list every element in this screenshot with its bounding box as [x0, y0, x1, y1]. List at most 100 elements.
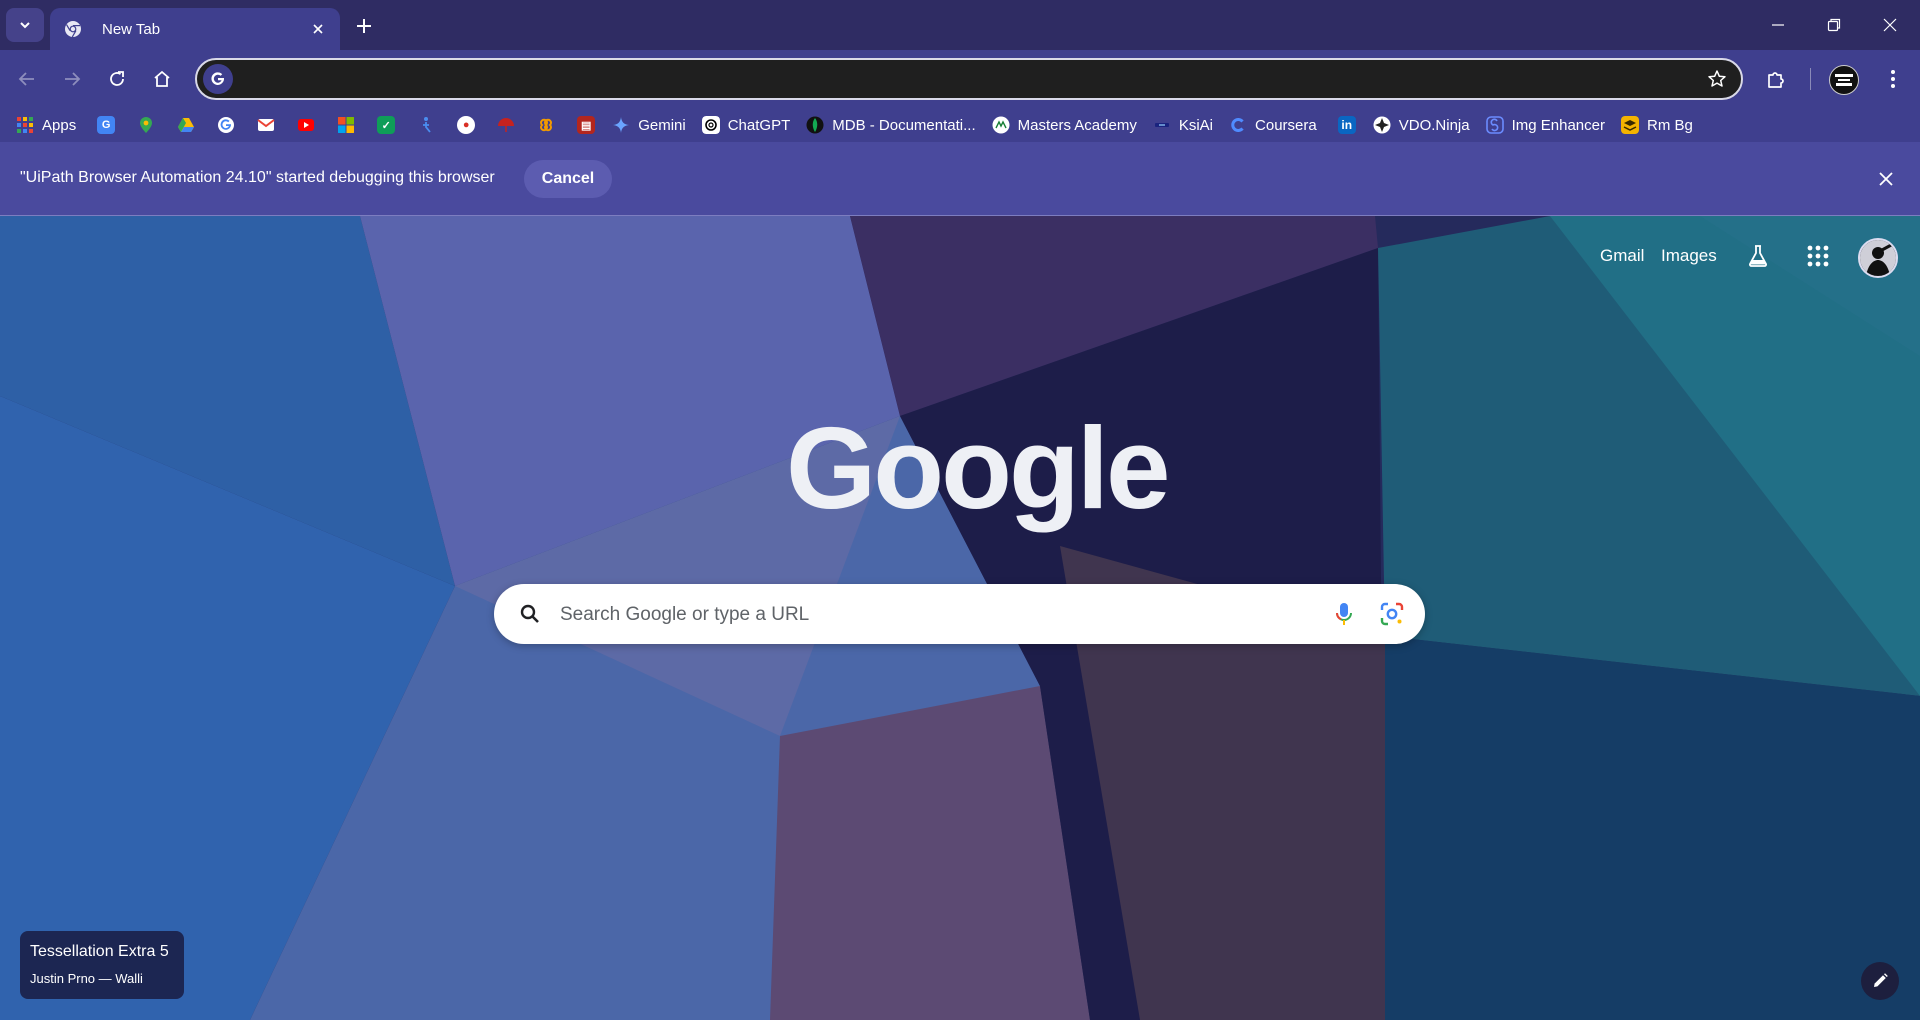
umbrella-icon [498, 118, 515, 132]
background-title: Tessellation Extra 5 [30, 943, 169, 960]
arrow-right-icon [65, 72, 81, 86]
close-icon [1879, 172, 1893, 186]
bookmark-maps[interactable] [126, 111, 166, 139]
accessibility-icon [423, 117, 431, 133]
img-enhancer-icon [1485, 116, 1504, 134]
bookmark-infinity-site[interactable] [526, 111, 566, 139]
infinity-icon [540, 118, 553, 132]
background-attribution[interactable]: Tessellation Extra 5 Justin Prno — Walli [20, 931, 184, 999]
bookmark-label: Apps [42, 116, 77, 134]
address-bar[interactable] [195, 58, 1743, 100]
google-lens-icon[interactable] [1378, 600, 1406, 628]
bookmark-youtube[interactable] [286, 111, 326, 139]
bookmark-label: MDB - Documentati... [832, 116, 976, 134]
title-bar: New Tab [0, 0, 1920, 50]
ksiai-icon [1154, 123, 1169, 127]
cancel-button[interactable]: Cancel [524, 160, 612, 198]
bookmark-coursera[interactable]: Coursera [1223, 111, 1327, 139]
bookmark-chatgpt[interactable]: ChatGPT [696, 111, 801, 139]
bookmark-gmail[interactable] [246, 111, 286, 139]
new-tab-button[interactable] [350, 12, 378, 40]
search-input[interactable] [558, 601, 1282, 629]
home-button[interactable] [145, 62, 179, 96]
microphone-icon[interactable] [1330, 600, 1358, 628]
search-icon [520, 604, 539, 623]
tab-close-button[interactable] [304, 15, 332, 43]
forward-button[interactable] [55, 62, 89, 96]
chatgpt-icon [701, 116, 720, 134]
tab-new-tab[interactable]: New Tab [50, 8, 340, 50]
new-tab-page: Gmail Images Google Tessellation Extra 5… [0, 216, 1920, 1020]
close-window-button[interactable] [1862, 0, 1918, 50]
debugging-infobar: "UiPath Browser Automation 24.10" starte… [0, 142, 1920, 216]
minimize-button[interactable] [1750, 0, 1806, 50]
infobar-close-button[interactable] [1872, 165, 1900, 193]
bookmark-label: ChatGPT [727, 116, 791, 134]
chrome-icon [65, 21, 81, 38]
google-maps-icon [140, 117, 153, 133]
mongodb-leaf-icon [806, 116, 824, 134]
reload-icon [110, 71, 124, 86]
vdo-ninja-icon [1373, 116, 1391, 134]
customize-chrome-button[interactable] [1861, 962, 1899, 1000]
star-icon [1708, 70, 1726, 87]
chevron-down-icon [20, 22, 30, 29]
chrome-menu-button[interactable] [1876, 62, 1910, 96]
images-link[interactable]: Images [1661, 246, 1717, 266]
bookmark-masters-academy[interactable]: Masters Academy [986, 111, 1147, 139]
close-icon [313, 24, 323, 34]
bookmark-green-site[interactable]: ✓ [366, 111, 406, 139]
address-input[interactable] [243, 66, 1647, 94]
google-g-icon [203, 64, 233, 94]
bookmark-mdb[interactable]: MDB - Documentati... [800, 111, 985, 139]
bookmark-rm-bg[interactable]: Rm Bg [1615, 111, 1703, 139]
bookmark-label: Img Enhancer [1511, 116, 1605, 134]
restore-button[interactable] [1806, 0, 1862, 50]
home-icon [154, 70, 170, 87]
bookmark-red-book-site[interactable]: ▤ [566, 111, 606, 139]
tab-search-button[interactable] [6, 8, 44, 42]
puzzle-icon [1768, 72, 1784, 88]
bookmark-gemini[interactable]: Gemini [606, 111, 696, 139]
bookmark-vdo-ninja[interactable]: VDO.Ninja [1367, 111, 1480, 139]
bookmark-google[interactable] [206, 111, 246, 139]
bookmark-blue-site[interactable] [406, 111, 446, 139]
gemini-icon [613, 117, 630, 133]
account-avatar[interactable] [1858, 238, 1898, 278]
bookmark-umbrella-site[interactable] [486, 111, 526, 139]
book-icon: ▤ [577, 116, 596, 134]
bookmark-label: VDO.Ninja [1398, 116, 1470, 134]
youtube-icon [298, 119, 315, 131]
linkedin-icon: in [1337, 116, 1356, 134]
reload-button[interactable] [100, 62, 134, 96]
bookmark-microsoft[interactable] [326, 111, 366, 139]
bookmark-label: Rm Bg [1646, 116, 1693, 134]
pencil-icon [1874, 973, 1888, 987]
bookmark-label: KsiAi [1178, 116, 1214, 134]
more-vertical-icon [1891, 70, 1895, 88]
extensions-button[interactable] [1760, 62, 1794, 96]
bookmark-apps[interactable]: Apps [10, 111, 86, 139]
bookmark-ksiai[interactable]: KsiAi [1147, 111, 1223, 139]
bookmark-translate[interactable]: G [86, 111, 126, 139]
gmail-link[interactable]: Gmail [1600, 246, 1644, 266]
bookmark-drive[interactable] [166, 111, 206, 139]
background-author: Justin Prno — Walli [30, 971, 143, 986]
microsoft-icon [338, 117, 355, 133]
apps-grid-icon [17, 117, 33, 133]
bookmark-label: Gemini [638, 116, 686, 134]
flask-icon [1749, 245, 1767, 267]
bookmark-red-site[interactable]: ● [446, 111, 486, 139]
infobar-message: "UiPath Browser Automation 24.10" starte… [20, 169, 495, 186]
profile-avatar-button[interactable] [1829, 65, 1859, 95]
back-button[interactable] [10, 62, 44, 96]
search-box[interactable] [494, 584, 1425, 644]
bookmark-img-enhancer[interactable]: Img Enhancer [1480, 111, 1615, 139]
search-labs-button[interactable] [1741, 239, 1775, 273]
google-apps-button[interactable] [1801, 239, 1835, 273]
bookmark-label: Masters Academy [1017, 116, 1137, 134]
bookmark-linkedin[interactable]: in [1327, 111, 1367, 139]
bookmark-star-button[interactable] [1703, 65, 1731, 93]
google-drive-icon [178, 118, 195, 132]
google-icon [218, 117, 235, 133]
